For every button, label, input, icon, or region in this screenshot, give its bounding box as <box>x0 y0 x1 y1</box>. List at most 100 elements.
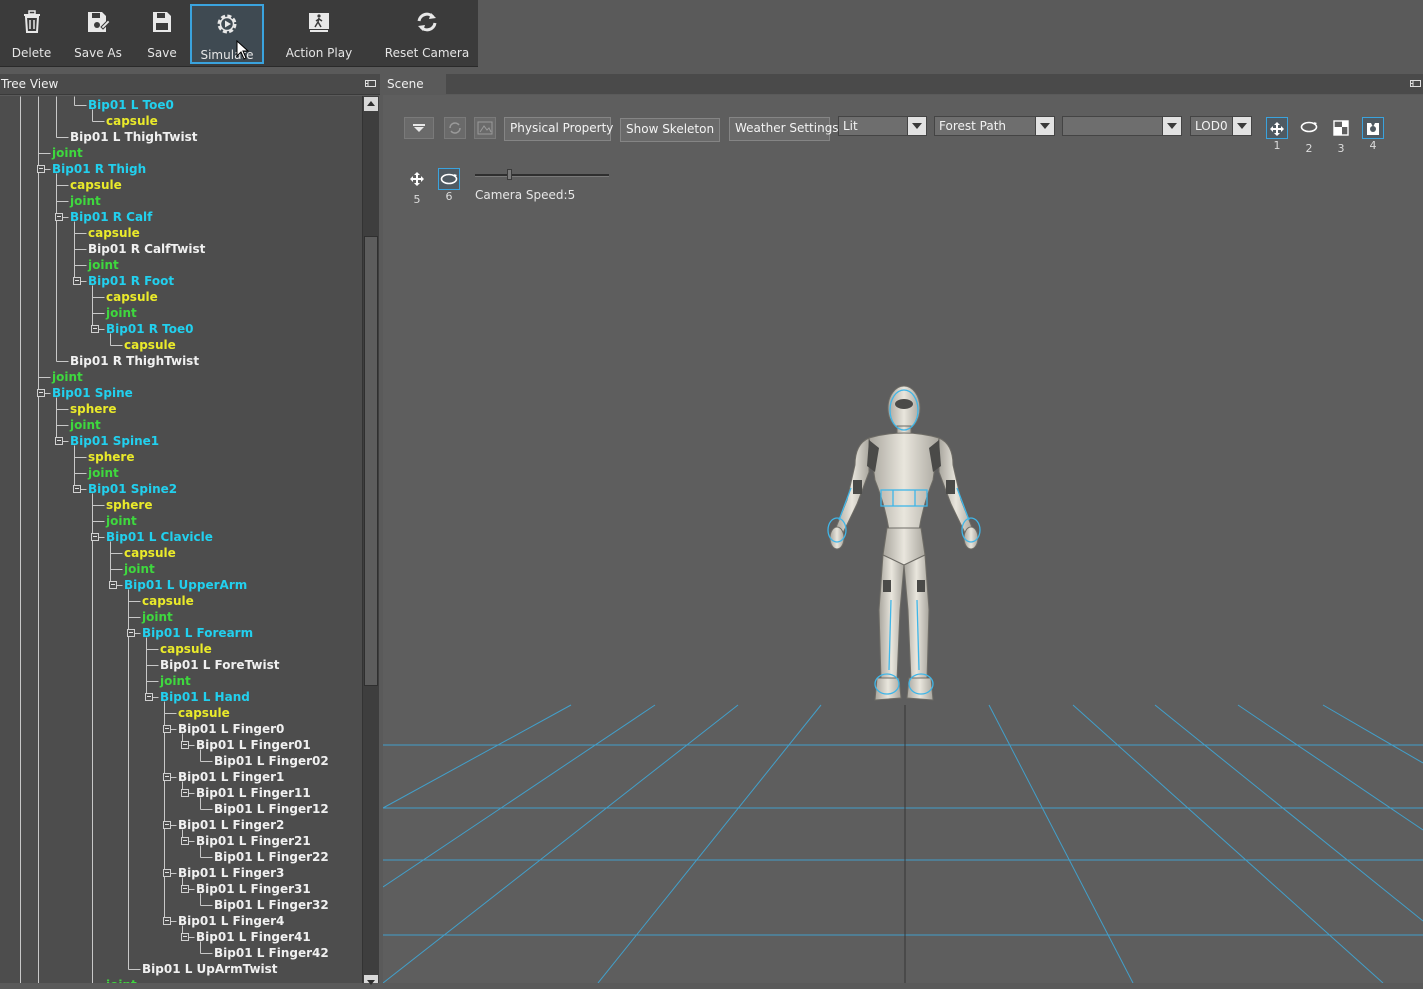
delete-button[interactable]: Delete <box>4 4 59 64</box>
camera-speed-slider-handle[interactable] <box>507 169 512 180</box>
empty-select[interactable] <box>1062 116 1182 136</box>
environment-select[interactable]: Forest Path <box>934 116 1055 136</box>
mode-scale-button[interactable]: 3 <box>1330 117 1352 155</box>
collapse-toggle-icon[interactable] <box>109 581 117 589</box>
tree-node-shape[interactable]: capsule <box>88 226 140 240</box>
collapse-toggle-icon[interactable] <box>145 693 153 701</box>
collapse-toggle-icon[interactable] <box>127 629 135 637</box>
tree-node-bone[interactable]: Bip01 Spine1 <box>70 434 159 448</box>
tree-node-plain[interactable]: Bip01 L Finger12 <box>214 802 329 816</box>
action-play-button[interactable]: Action Play <box>280 4 358 64</box>
tree-node-bone[interactable]: Bip01 R Foot <box>88 274 174 288</box>
tree-node-shape[interactable]: sphere <box>88 450 134 464</box>
weather-settings-button[interactable]: Weather Settings <box>729 117 839 141</box>
save-as-button[interactable]: Save As <box>70 4 126 64</box>
tree-node-bone[interactable]: Bip01 L Forearm <box>142 626 253 640</box>
collapse-toggle-icon[interactable] <box>163 917 171 925</box>
tree-node-plain[interactable]: Bip01 L Finger2 <box>178 818 284 832</box>
tree-node-joint[interactable]: joint <box>88 258 119 272</box>
collapse-toggle-icon[interactable] <box>163 725 171 733</box>
tree-node-joint[interactable]: joint <box>124 562 155 576</box>
collapse-toggle-icon[interactable] <box>163 773 171 781</box>
tree-node-plain[interactable]: Bip01 L UpArmTwist <box>142 962 278 976</box>
tree-node-plain[interactable]: Bip01 L Finger41 <box>196 930 311 944</box>
view-menu-button[interactable] <box>404 117 434 139</box>
tree-node-plain[interactable]: Bip01 L Finger0 <box>178 722 284 736</box>
collapse-toggle-icon[interactable] <box>181 741 189 749</box>
collapse-toggle-icon[interactable] <box>91 533 99 541</box>
tree-node-joint[interactable]: joint <box>106 514 137 528</box>
tree-node-plain[interactable]: Bip01 L Finger3 <box>178 866 284 880</box>
shading-mode-select[interactable]: Lit <box>838 116 927 136</box>
tree-node-shape[interactable]: capsule <box>70 178 122 192</box>
tree-node-bone[interactable]: Bip01 L Clavicle <box>106 530 213 544</box>
tree-node-shape[interactable]: capsule <box>142 594 194 608</box>
tree-node-plain[interactable]: Bip01 R CalfTwist <box>88 242 205 256</box>
tree-node-joint[interactable]: joint <box>88 466 119 480</box>
tree-node-bone[interactable]: Bip01 R Toe0 <box>106 322 193 336</box>
camera-speed-slider[interactable] <box>475 174 609 177</box>
collapse-toggle-icon[interactable] <box>55 213 63 221</box>
tree-node-plain[interactable]: Bip01 L Finger4 <box>178 914 284 928</box>
scroll-up-arrow[interactable] <box>364 97 378 111</box>
tree-node-bone[interactable]: Bip01 Spine <box>52 386 133 400</box>
pin-icon[interactable] <box>1410 78 1421 89</box>
tree-node-joint[interactable]: joint <box>70 194 101 208</box>
collapse-toggle-icon[interactable] <box>55 437 63 445</box>
collapse-toggle-icon[interactable] <box>181 837 189 845</box>
collapse-toggle-icon[interactable] <box>181 885 189 893</box>
collapse-toggle-icon[interactable] <box>73 277 81 285</box>
tree-node-plain[interactable]: Bip01 L Finger11 <box>196 786 311 800</box>
scroll-thumb[interactable] <box>364 236 378 686</box>
tree-node-shape[interactable]: capsule <box>160 642 212 656</box>
tree-node-plain[interactable]: Bip01 L Finger31 <box>196 882 311 896</box>
collapse-toggle-icon[interactable] <box>37 165 45 173</box>
tree-node-plain[interactable]: Bip01 L Finger1 <box>178 770 284 784</box>
mode-rotate-button[interactable]: 6 <box>438 168 460 203</box>
tree-node-bone[interactable]: Bip01 R Thigh <box>52 162 146 176</box>
mode-orbit-button[interactable]: 2 <box>1298 117 1320 155</box>
tree-node-bone[interactable]: Bip01 Spine2 <box>88 482 177 496</box>
collapse-toggle-icon[interactable] <box>37 389 45 397</box>
tree-node-joint[interactable]: joint <box>52 146 83 160</box>
reset-camera-button[interactable]: Reset Camera <box>382 4 472 64</box>
tree-node-plain[interactable]: Bip01 L Finger42 <box>214 946 329 960</box>
mode-camera-button[interactable]: 4 <box>1362 117 1384 152</box>
tab-scene[interactable]: Scene <box>383 74 446 95</box>
collapse-toggle-icon[interactable] <box>73 485 81 493</box>
reload-button[interactable] <box>444 117 466 139</box>
show-skeleton-button[interactable]: Show Skeleton <box>620 118 720 142</box>
physical-property-button[interactable]: Physical Property <box>504 117 613 141</box>
tree-node-plain[interactable]: Bip01 L Finger02 <box>214 754 329 768</box>
tree-node-joint[interactable]: joint <box>70 418 101 432</box>
collapse-toggle-icon[interactable] <box>181 933 189 941</box>
tree-node-plain[interactable]: Bip01 L ForeTwist <box>160 658 280 672</box>
character-model[interactable] <box>803 380 1003 710</box>
tree-node-shape[interactable]: capsule <box>106 290 158 304</box>
collapse-toggle-icon[interactable] <box>163 821 171 829</box>
collapse-toggle-icon[interactable] <box>181 789 189 797</box>
tree-node-joint[interactable]: joint <box>142 610 173 624</box>
tree-node-joint[interactable]: joint <box>52 370 83 384</box>
scroll-down-arrow[interactable] <box>364 975 378 985</box>
pin-icon[interactable] <box>365 78 376 89</box>
lod-select[interactable]: LOD0 <box>1190 116 1252 136</box>
tree-node-plain[interactable]: Bip01 L Finger32 <box>214 898 329 912</box>
tree-node-shape[interactable]: capsule <box>124 546 176 560</box>
mode-move-button[interactable]: 1 <box>1266 117 1288 152</box>
tree-node-bone[interactable]: Bip01 L Toe0 <box>88 98 174 112</box>
simulate-button[interactable]: Simulate <box>190 4 264 64</box>
scene-viewport[interactable]: Physical Property Show Skeleton Weather … <box>383 95 1423 983</box>
save-button[interactable]: Save <box>136 4 188 64</box>
tree-node-plain[interactable]: Bip01 L Finger21 <box>196 834 311 848</box>
collapse-toggle-icon[interactable] <box>91 325 99 333</box>
mode-pan-button[interactable]: 5 <box>406 168 428 206</box>
tree-node-shape[interactable]: capsule <box>106 114 158 128</box>
tree-node-plain[interactable]: Bip01 L Finger22 <box>214 850 329 864</box>
camera-effect-button[interactable] <box>474 117 496 139</box>
tree-node-joint[interactable]: joint <box>106 978 137 983</box>
tree-node-shape[interactable]: capsule <box>178 706 230 720</box>
collapse-toggle-icon[interactable] <box>163 869 171 877</box>
tree-node-shape[interactable]: capsule <box>124 338 176 352</box>
tree-node-plain[interactable]: Bip01 R ThighTwist <box>70 354 199 368</box>
